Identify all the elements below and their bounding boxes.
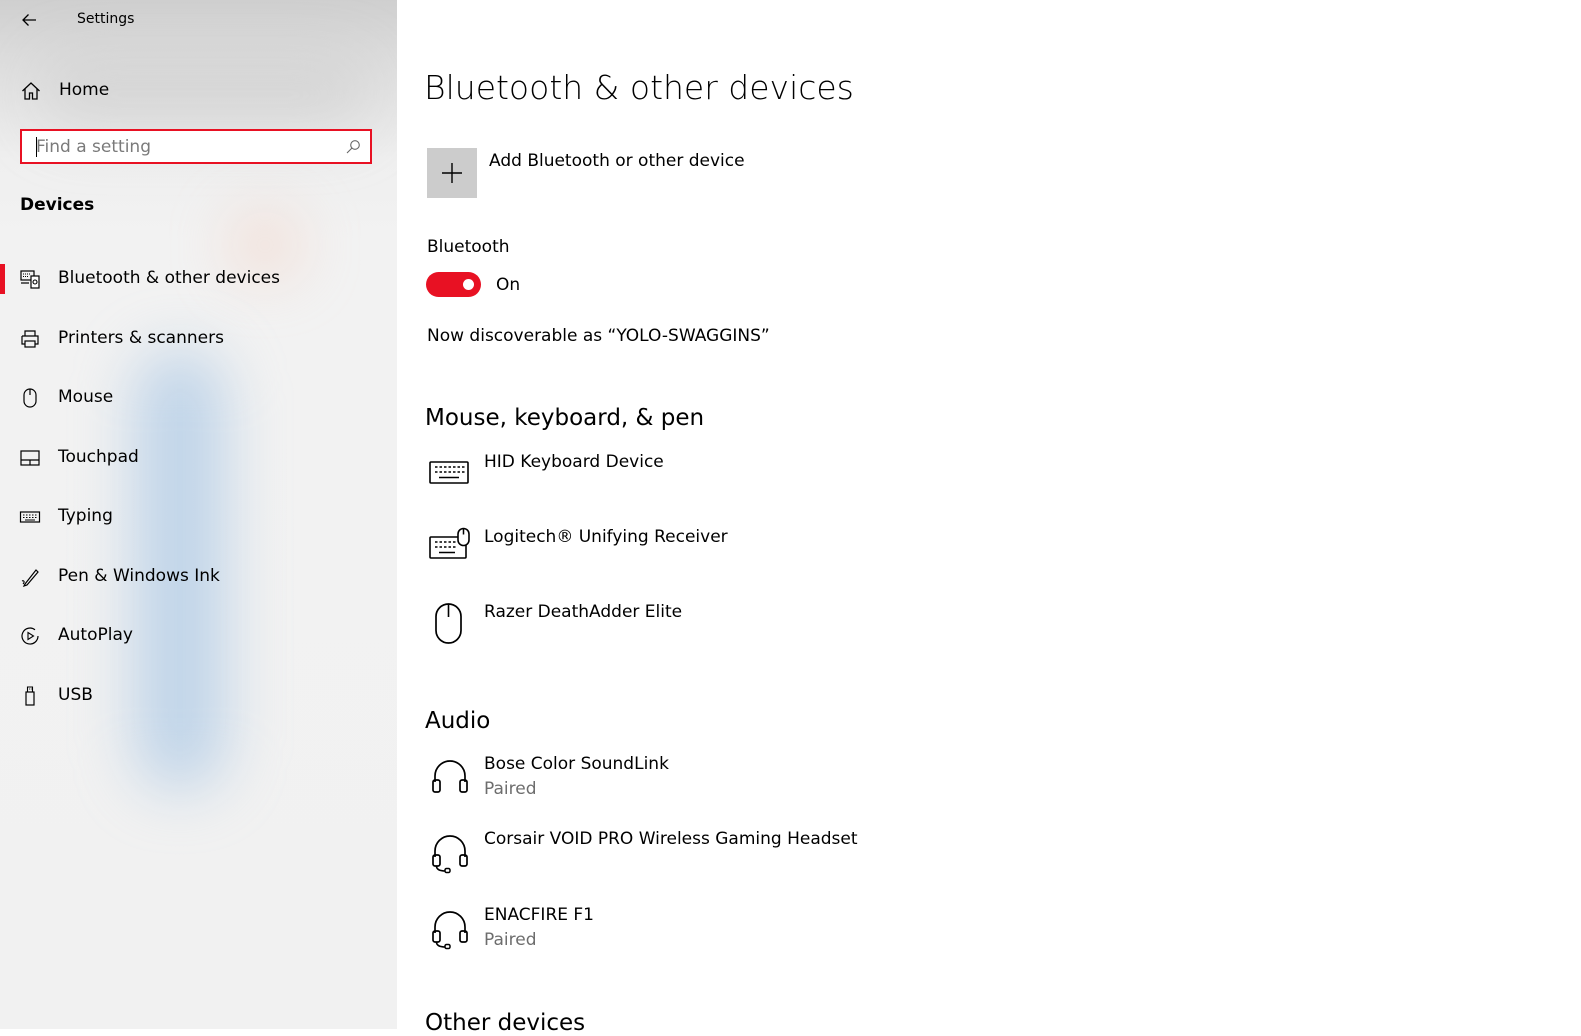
add-tile xyxy=(427,148,477,198)
discoverable-text: Now discoverable as “YOLO-SWAGGINS” xyxy=(427,326,770,346)
home-icon xyxy=(22,82,40,100)
device-item[interactable]: Razer DeathAdder Elite xyxy=(427,602,987,662)
headphones-icon xyxy=(432,760,468,793)
back-button[interactable] xyxy=(16,6,44,34)
sidebar-item-autoplay[interactable]: AutoPlay xyxy=(0,613,397,659)
sidebar-item-touchpad[interactable]: Touchpad xyxy=(0,435,397,481)
device-status: Paired xyxy=(484,779,537,799)
bluetooth-devices-icon xyxy=(20,270,40,289)
text-caret xyxy=(36,137,37,157)
sidebar-item-label: USB xyxy=(58,685,93,705)
keyboard-mouse-icon xyxy=(429,527,470,559)
device-name: Razer DeathAdder Elite xyxy=(484,602,683,622)
section-heading-other-devices: Other devices xyxy=(425,1010,586,1036)
search-box[interactable] xyxy=(20,129,372,164)
mouse-icon xyxy=(23,388,37,408)
headset-icon xyxy=(432,911,468,950)
sidebar-item-label: Touchpad xyxy=(58,447,139,467)
device-name: Corsair VOID PRO Wireless Gaming Headset xyxy=(484,829,858,849)
sidebar-item-label: Typing xyxy=(58,506,113,526)
search-icon[interactable] xyxy=(345,139,361,155)
sidebar-item-label: Printers & scanners xyxy=(58,328,224,348)
device-name: Bose Color SoundLink xyxy=(484,754,669,774)
window-title: Settings xyxy=(77,11,135,27)
search-input[interactable] xyxy=(22,131,338,162)
add-device-label: Add Bluetooth or other device xyxy=(489,151,745,171)
keyboard-icon xyxy=(429,461,469,484)
section-label: Devices xyxy=(20,195,95,215)
sidebar-item-label: Home xyxy=(59,80,110,100)
pen-icon xyxy=(21,569,39,588)
bluetooth-state-label: On xyxy=(496,275,521,295)
back-arrow-icon xyxy=(22,14,36,26)
sidebar-item-pen-windows-ink[interactable]: Pen & Windows Ink xyxy=(0,554,397,600)
device-item[interactable]: Bose Color SoundLink Paired xyxy=(427,754,987,814)
section-heading-mouse-keyboard-pen: Mouse, keyboard, & pen xyxy=(425,405,705,431)
sidebar-item-mouse[interactable]: Mouse xyxy=(0,375,397,421)
device-item[interactable]: Logitech® Unifying Receiver xyxy=(427,527,987,587)
sidebar-item-home[interactable]: Home xyxy=(0,70,397,112)
headset-icon xyxy=(432,835,468,874)
sidebar-item-label: Mouse xyxy=(58,387,114,407)
autoplay-icon xyxy=(21,627,39,645)
touchpad-icon xyxy=(20,450,40,466)
selected-indicator xyxy=(0,264,5,294)
add-device-button[interactable]: Add Bluetooth or other device xyxy=(427,148,887,198)
device-name: HID Keyboard Device xyxy=(484,452,664,472)
sidebar-item-printers-scanners[interactable]: Printers & scanners xyxy=(0,316,397,362)
device-item[interactable]: HID Keyboard Device xyxy=(427,452,987,512)
bluetooth-label: Bluetooth xyxy=(427,237,510,257)
section-heading-audio: Audio xyxy=(425,708,491,734)
device-status: Paired xyxy=(484,930,537,950)
keyboard-icon xyxy=(19,511,41,523)
page-title: Bluetooth & other devices xyxy=(424,68,854,107)
sidebar-item-label: AutoPlay xyxy=(58,625,133,645)
sidebar-item-usb[interactable]: USB xyxy=(0,673,397,719)
usb-icon xyxy=(25,686,35,706)
device-item[interactable]: Corsair VOID PRO Wireless Gaming Headset xyxy=(427,829,987,889)
sidebar-item-label: Pen & Windows Ink xyxy=(58,566,220,586)
sidebar-item-bluetooth-devices[interactable]: Bluetooth & other devices xyxy=(0,256,397,302)
bluetooth-toggle[interactable] xyxy=(426,272,481,297)
device-name: ENACFIRE F1 xyxy=(484,905,595,925)
device-item[interactable]: ENACFIRE F1 Paired xyxy=(427,905,987,965)
sidebar-item-typing[interactable]: Typing xyxy=(0,494,397,540)
mouse-icon xyxy=(435,603,462,644)
plus-icon xyxy=(442,163,462,183)
sidebar-item-label: Bluetooth & other devices xyxy=(58,268,280,288)
toggle-knob xyxy=(463,279,474,290)
device-name: Logitech® Unifying Receiver xyxy=(484,527,728,547)
sidebar: Settings Home Devices Bluetooth & other … xyxy=(0,0,397,1029)
printer-icon xyxy=(21,330,39,348)
